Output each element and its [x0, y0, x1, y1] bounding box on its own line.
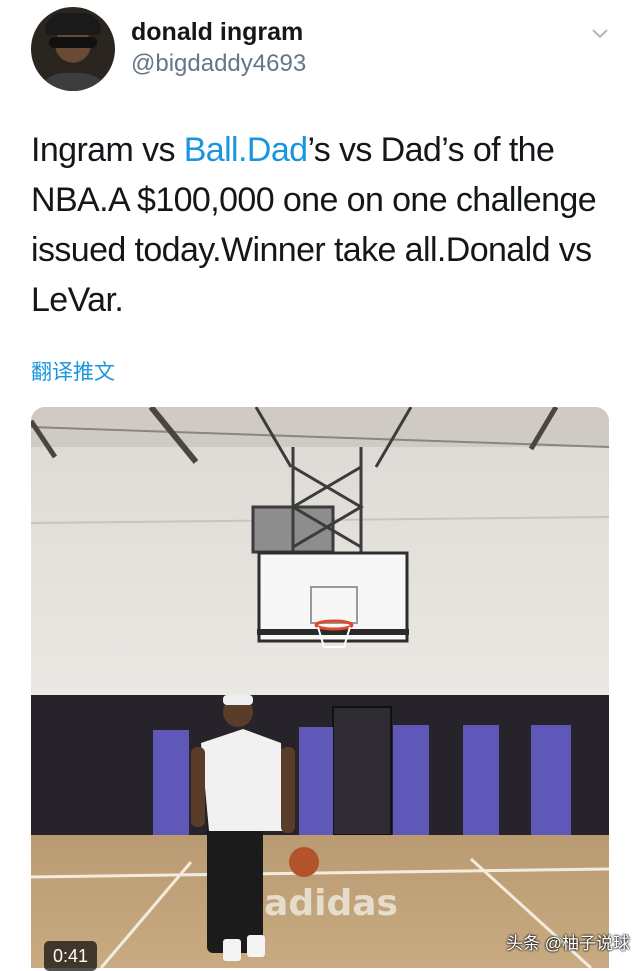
- chevron-down-icon[interactable]: [592, 26, 608, 42]
- video-frame: adidas: [31, 407, 609, 968]
- tweet-text: Ingram vs Ball.Dad’s vs Dad’s of the NBA…: [31, 125, 621, 325]
- court-logo: adidas: [264, 883, 398, 924]
- avatar-sunglasses: [49, 37, 97, 48]
- avatar-shirt: [35, 73, 111, 91]
- ball-dad-link[interactable]: Ball.Dad: [184, 131, 308, 169]
- avatar-hat: [45, 13, 101, 35]
- watermark: 头条 @柚子说球: [506, 934, 630, 953]
- video-player[interactable]: adidas: [31, 407, 609, 968]
- basketball: [289, 847, 319, 877]
- video-duration: 0:41: [44, 941, 98, 971]
- author-name[interactable]: donald ingram: [131, 18, 303, 47]
- avatar[interactable]: [31, 7, 115, 91]
- author-handle[interactable]: @bigdaddy4693: [131, 50, 306, 78]
- tweet-text-start: Ingram vs: [31, 131, 184, 169]
- translate-tweet-link[interactable]: 翻译推文: [31, 356, 115, 386]
